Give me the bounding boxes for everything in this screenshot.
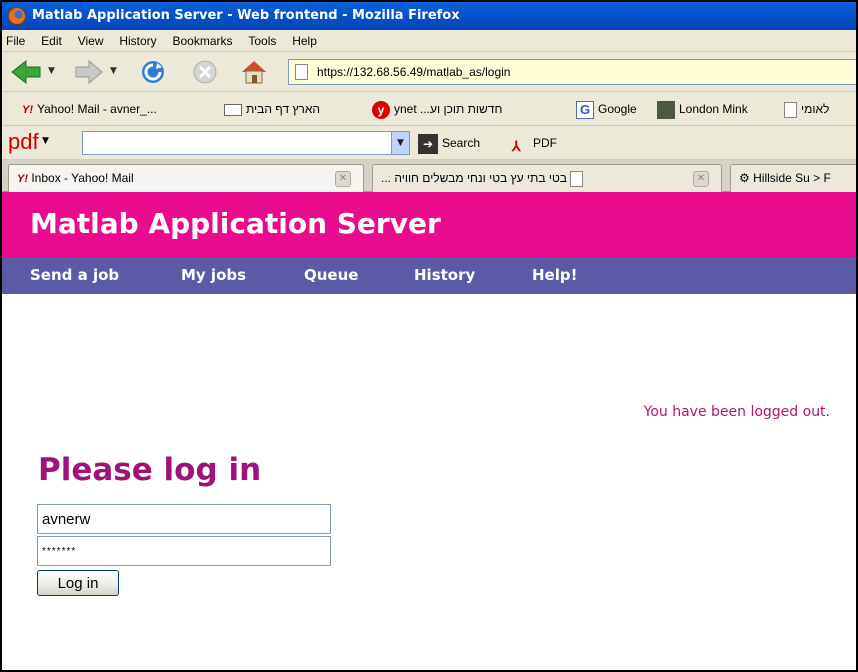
page-icon <box>295 64 308 80</box>
close-tab-icon[interactable]: ✕ <box>335 171 351 187</box>
firefox-icon <box>8 7 26 25</box>
forward-arrow-icon[interactable] <box>74 59 104 85</box>
login-heading: Please log in <box>38 452 262 488</box>
menu-bar: File Edit View History Bookmarks Tools H… <box>2 30 856 52</box>
search-button[interactable]: ➔ Search <box>418 131 480 155</box>
bookmarks-bar: Y! Yahoo! Mail - avner_... הארץ דף הבית y… <box>2 92 856 127</box>
window-title: Matlab Application Server - Web frontend… <box>32 8 460 23</box>
pdf-search-toolbar: pdf ▼ ▼ ➔ Search ⅄ PDF <box>2 126 856 160</box>
yahoo-icon: Y! <box>22 103 33 116</box>
arrow-right-icon: ➔ <box>418 133 438 154</box>
site-header: Matlab Application Server <box>2 192 856 257</box>
nav-my-jobs[interactable]: My jobs <box>181 257 246 294</box>
haaretz-icon <box>224 103 242 116</box>
stop-icon[interactable] <box>192 59 218 85</box>
forward-dropdown-icon[interactable]: ▼ <box>110 66 117 76</box>
bookmark-haaretz[interactable]: הארץ דף הבית <box>224 92 320 126</box>
back-dropdown-icon[interactable]: ▼ <box>48 66 55 76</box>
ynet-icon: y <box>372 100 390 119</box>
acrobat-icon: ⅄ <box>512 137 521 154</box>
close-tab-icon[interactable]: ✕ <box>693 171 709 187</box>
document-icon <box>570 170 584 187</box>
nav-help[interactable]: Help! <box>532 257 577 294</box>
search-history-dropdown-icon[interactable]: ▼ <box>391 132 409 154</box>
url-text: https://132.68.56.49/matlab_as/login <box>317 65 511 79</box>
home-icon[interactable] <box>240 59 268 85</box>
page-content: Matlab Application Server Send a job My … <box>2 192 856 670</box>
title-bar: Matlab Application Server - Web frontend… <box>2 2 856 30</box>
logout-message: You have been logged out. <box>643 404 830 420</box>
login-button[interactable]: Log in <box>37 570 119 596</box>
site-navigation: Send a job My jobs Queue History Help! <box>2 257 856 294</box>
pdf-dropdown-icon[interactable]: ▼ <box>42 136 49 146</box>
bookmark-london-mink[interactable]: London Mink <box>657 92 748 126</box>
google-icon: G <box>576 100 594 119</box>
bookmark-leumi[interactable]: לאומי <box>784 92 829 126</box>
menu-view[interactable]: View <box>72 30 110 52</box>
nav-history[interactable]: History <box>414 257 475 294</box>
london-mink-icon <box>657 100 675 119</box>
password-field[interactable] <box>37 536 331 566</box>
tab-bar: Y! Inbox - Yahoo! Mail ✕ ✕ ... בטי בתי ע… <box>2 160 856 192</box>
address-bar[interactable]: https://132.68.56.49/matlab_as/login <box>288 59 856 85</box>
pdf-button[interactable]: ⅄ PDF <box>512 131 557 155</box>
tab-hebrew-page[interactable]: ✕ ... בטי בתי עץ בטי ונחי מבשלים חוויה <box>372 164 722 192</box>
menu-file[interactable]: File <box>2 30 31 52</box>
site-title: Matlab Application Server <box>30 207 441 240</box>
document-icon <box>784 101 797 118</box>
nav-send-a-job[interactable]: Send a job <box>30 257 119 294</box>
menu-edit[interactable]: Edit <box>35 30 68 52</box>
hillside-icon: ⚙ <box>739 171 750 185</box>
pdf-search-input[interactable]: ▼ <box>82 131 410 155</box>
reload-icon[interactable] <box>140 59 166 85</box>
navigation-toolbar: ▼ ▼ https://132.68.56.49/matlab_as/login <box>2 52 856 92</box>
bookmark-yahoo-mail[interactable]: Y! Yahoo! Mail - avner_... <box>22 92 157 127</box>
username-field[interactable] <box>37 504 331 534</box>
bookmark-ynet[interactable]: y ynet ...חדשות תוכן וע <box>372 92 502 126</box>
tab-hillside[interactable]: ⚙ Hillside Su > F <box>730 164 856 192</box>
menu-bookmarks[interactable]: Bookmarks <box>166 30 238 52</box>
yahoo-icon: Y! <box>17 173 28 185</box>
bookmark-google[interactable]: G Google <box>576 92 637 126</box>
menu-help[interactable]: Help <box>286 30 323 52</box>
back-arrow-icon[interactable] <box>10 59 42 85</box>
tab-yahoo-inbox[interactable]: Y! Inbox - Yahoo! Mail ✕ <box>8 164 364 192</box>
menu-tools[interactable]: Tools <box>242 30 282 52</box>
browser-window: Matlab Application Server - Web frontend… <box>0 0 858 672</box>
pdf-logo-icon[interactable]: pdf <box>8 128 39 156</box>
menu-history[interactable]: History <box>113 30 162 52</box>
nav-queue[interactable]: Queue <box>304 257 358 294</box>
